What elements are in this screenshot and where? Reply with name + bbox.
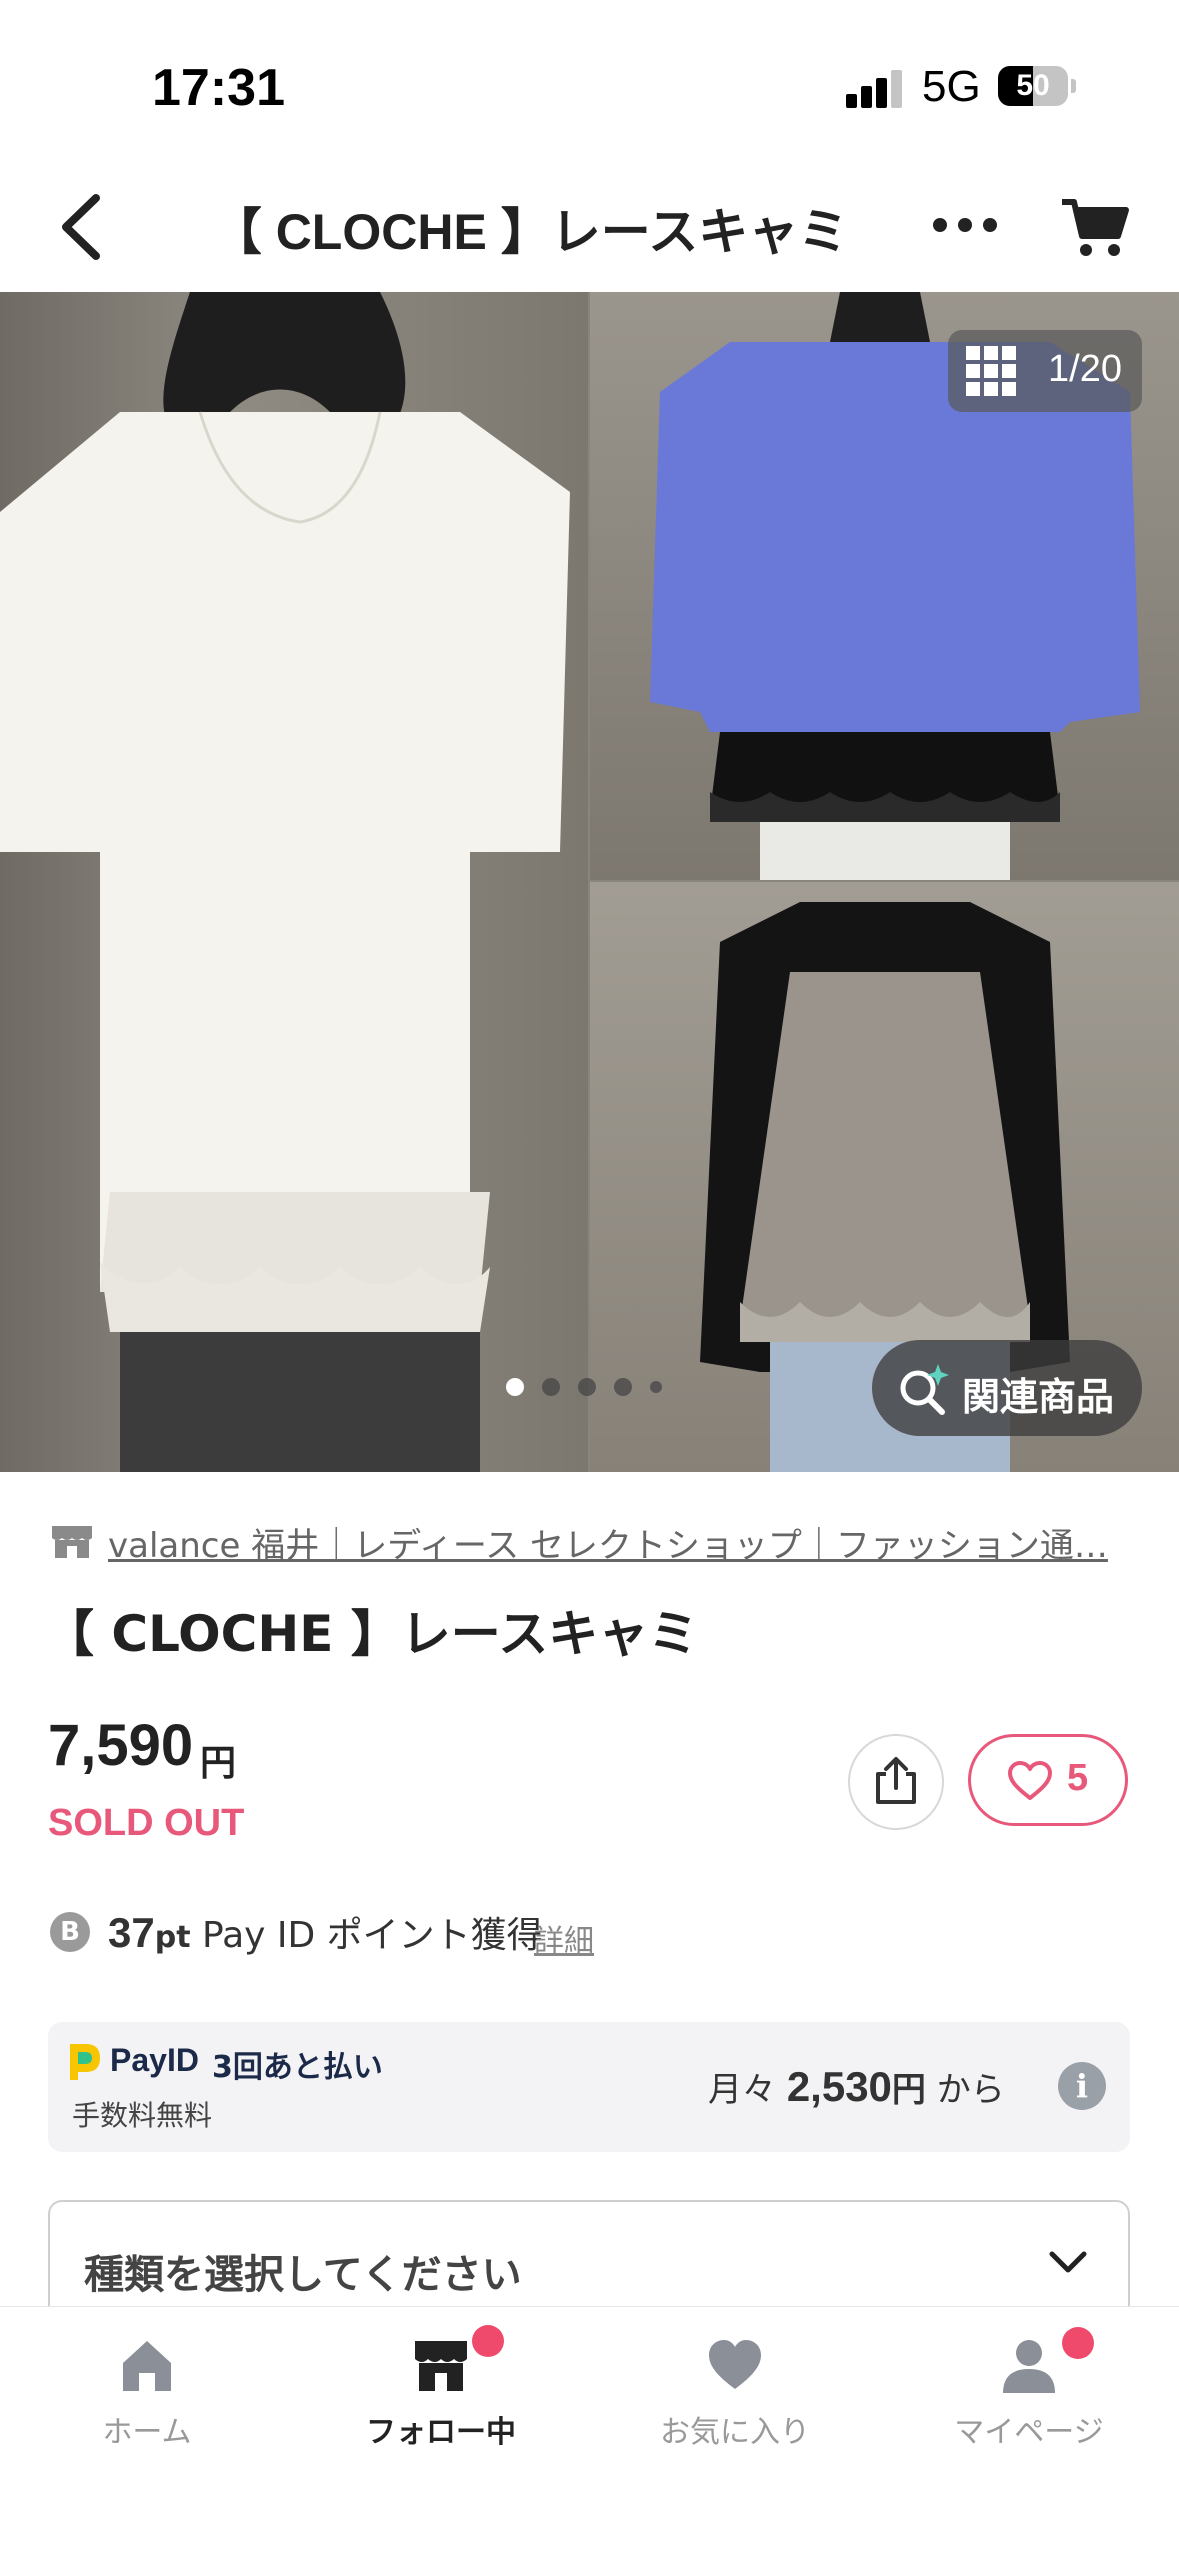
info-icon[interactable]: i bbox=[1058, 2062, 1106, 2110]
tab-mypage[interactable]: マイページ bbox=[882, 2307, 1176, 2557]
shop-icon bbox=[50, 1524, 94, 1560]
carousel-dot[interactable] bbox=[542, 1378, 560, 1396]
image-counter[interactable]: 1/20 bbox=[948, 330, 1142, 412]
tab-following[interactable]: フォロー中 bbox=[294, 2307, 588, 2557]
carousel-dot[interactable] bbox=[506, 1378, 524, 1396]
payid-brand: PayID bbox=[110, 2042, 199, 2078]
product-price: 7,590 bbox=[48, 1713, 194, 1778]
like-count: 5 bbox=[1067, 1757, 1089, 1799]
like-button[interactable]: 5 bbox=[968, 1734, 1128, 1826]
status-time: 17:31 bbox=[152, 59, 285, 117]
tab-label: フォロー中 bbox=[366, 2415, 516, 2450]
monthly-suffix: から bbox=[936, 2070, 1005, 2110]
monthly-prefix: 月々 bbox=[708, 2070, 776, 2110]
product-photo-white-tee bbox=[0, 292, 588, 1472]
tab-label: お気に入り bbox=[660, 2415, 810, 2450]
point-coin-icon: B bbox=[50, 1912, 90, 1952]
related-products-button[interactable]: 関連商品 bbox=[872, 1340, 1142, 1436]
monthly-amount: 2,530 bbox=[786, 2063, 892, 2110]
points-amount: 37 bbox=[108, 1909, 155, 1956]
product-name: 【 CLOCHE 】レースキャミ bbox=[44, 1605, 699, 1663]
carousel-dot[interactable] bbox=[614, 1378, 632, 1396]
person-icon bbox=[1003, 2340, 1055, 2393]
tab-label: マイページ bbox=[954, 2415, 1104, 2450]
points-unit: pt bbox=[154, 1920, 191, 1955]
product-image-carousel[interactable] bbox=[0, 292, 1179, 1472]
payid-logo-icon bbox=[70, 2044, 100, 2080]
sold-out-badge: SOLD OUT bbox=[48, 1802, 245, 1844]
payid-monthly: 月々 2,530円 から bbox=[708, 2062, 1005, 2111]
carousel-dot[interactable] bbox=[650, 1381, 662, 1393]
more-button[interactable] bbox=[930, 205, 1000, 245]
monthly-unit: 円 bbox=[891, 2071, 926, 2109]
cart-button[interactable] bbox=[1060, 196, 1130, 260]
bottom-tab-bar: ホーム フォロー中 お気に入り マイページ bbox=[0, 2306, 1179, 2557]
share-button[interactable] bbox=[848, 1734, 944, 1830]
points-label: Pay ID ポイント獲得 bbox=[202, 1915, 543, 1956]
share-icon bbox=[876, 1757, 916, 1804]
price-currency: 円 bbox=[200, 1743, 237, 1784]
image-counter-text: 1/20 bbox=[1048, 348, 1122, 390]
payid-installment-box[interactable]: PayID 3回あと払い 手数料無料 月々 2,530円 から i bbox=[48, 2022, 1130, 2152]
tab-label: ホーム bbox=[102, 2415, 192, 2450]
points-detail-link[interactable]: 詳細 bbox=[534, 1916, 594, 1960]
page-title: 【 CLOCHE 】レースキャミ bbox=[211, 204, 849, 260]
shop-name-link[interactable]: valance 福井｜レディース セレクトショップ｜ファッション通… bbox=[108, 1518, 1108, 1567]
heart-icon bbox=[709, 2340, 761, 2389]
payid-fee: 手数料無料 bbox=[72, 2099, 213, 2132]
variant-select-placeholder: 種類を選択してください bbox=[84, 2252, 522, 2298]
tab-favorites[interactable]: お気に入り bbox=[588, 2307, 882, 2557]
tab-home[interactable]: ホーム bbox=[0, 2307, 294, 2557]
search-sparkle-icon bbox=[900, 1364, 949, 1415]
payid-plan: 3回あと払い bbox=[212, 2050, 383, 2085]
grid-icon bbox=[966, 346, 1016, 396]
points-text: 37pt Pay ID ポイント獲得 bbox=[108, 1906, 543, 1958]
related-products-label: 関連商品 bbox=[962, 1375, 1115, 1419]
notification-badge bbox=[1062, 2327, 1094, 2359]
battery-level: 50 bbox=[1016, 69, 1050, 102]
signal-icon bbox=[846, 68, 904, 108]
home-icon bbox=[123, 2341, 171, 2391]
carousel-dot[interactable] bbox=[578, 1378, 596, 1396]
notification-badge bbox=[472, 2325, 504, 2357]
heart-outline-icon bbox=[1008, 1761, 1052, 1800]
chevron-left-icon bbox=[62, 194, 100, 260]
network-label: 5G bbox=[922, 62, 981, 111]
cart-icon bbox=[1062, 199, 1129, 256]
battery-icon: 50 bbox=[998, 66, 1076, 106]
shop-icon bbox=[415, 2341, 467, 2391]
chevron-down-icon bbox=[1049, 2251, 1087, 2273]
back-button[interactable] bbox=[52, 190, 112, 265]
more-icon bbox=[933, 218, 997, 232]
